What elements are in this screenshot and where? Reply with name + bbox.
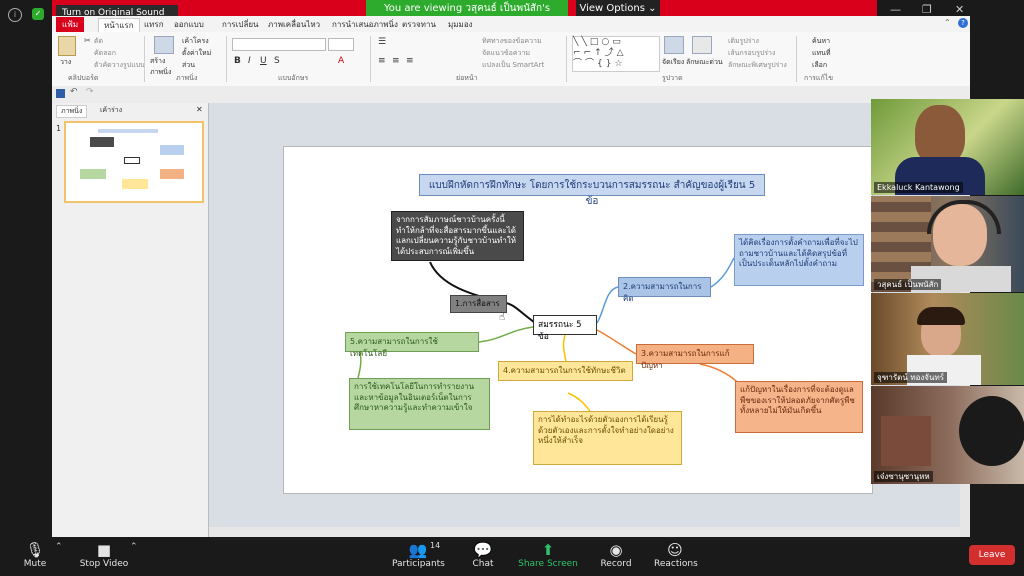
stop-video-label: Stop Video [79,559,129,569]
leave-button[interactable]: Leave [969,545,1015,565]
record-icon: ◉ [609,541,623,559]
chevron-up-icon[interactable]: ⌃ [55,542,63,552]
slide-title: แบบฝึกหัดการฝึกทักษะ โดยการใช้กระบวนการส… [419,174,765,207]
record-label: Record [600,559,632,569]
mute-button[interactable]: 🎙 Mute [20,541,50,569]
participants-count: 14 [430,541,441,550]
chat-icon: 💬 [473,541,493,559]
technology-description: การใช้เทคโนโลยีในการทำรายงานและหาข้อมูลใ… [349,378,490,430]
problem-description: แก้ปัญหาในเรื่องการที่จะต้องดูแลพืชของเร… [735,381,863,433]
connector-thinking [596,286,619,324]
communication-description: จากการสัมภาษณ์ชาวบ้านครั้งนี้ทำให้กล้าที… [391,211,524,261]
video-tile[interactable]: จุฑารัตน์ ทองจันทร์ [871,293,1024,385]
participants-label: Participants [392,559,445,569]
reactions-label: Reactions [654,559,698,569]
center-node: สมรรถนะ 5 ข้อ [533,315,597,342]
mute-label: Mute [23,559,47,569]
participant-face [915,105,965,165]
mouse-cursor-icon: ☝ [499,312,506,323]
zoom-toolbar: 🎙 Mute ⌃ ■ Stop Video ⌃ 👥 Participants 1… [0,537,1024,576]
chat-button[interactable]: 💬 Chat [468,541,498,569]
video-camera-icon: ■ [96,541,112,559]
microphone-icon: 🎙 [25,541,45,559]
share-screen-button[interactable]: ⬆ Share Screen [518,541,578,569]
chat-label: Chat [472,559,494,569]
share-screen-label: Share Screen [518,559,578,569]
reactions-button[interactable]: ☺ Reactions [654,541,698,569]
connector-life-desc [567,392,591,412]
technology-node: 5.ความสามารถในการใช้เทคโนโลยี [345,332,479,358]
share-screen-icon: ⬆ [541,541,555,559]
connector-info [429,261,535,323]
reactions-icon: ☺ [667,541,683,559]
participant-name: Ekkaluck Kantawong [874,182,963,193]
stop-video-button[interactable]: ■ Stop Video [78,541,130,569]
life-skills-description: การได้ทำอะไรด้วยตัวเองการได้เรียนรู้ด้วย… [533,411,682,465]
record-button[interactable]: ◉ Record [598,541,634,569]
life-skills-node: 4.ความสามารถในการใช้ทักษะชีวิต [498,361,633,381]
communication-node: 1.การสื่อสาร [450,295,507,313]
connector-life [562,334,567,362]
chevron-up-icon[interactable]: ⌃ [130,542,138,552]
video-tile[interactable]: Ekkaluck Kantawong [871,99,1024,195]
connector-thinking-desc [710,257,735,288]
connector-technology [478,326,534,343]
participant-head [959,396,1024,466]
participant-name: เจ๋งซานุซานุหห [874,471,933,482]
furniture [881,416,931,466]
participant-name: จุฑารัตน์ ทองจันทร์ [874,372,948,383]
connector-problem [596,329,637,355]
video-tile[interactable]: วสุคนธ์ เป็นพนัสัก [871,196,1024,292]
participant-hair [917,307,965,325]
problem-node: 3.ความสามารถในการแก้ปัญหา [636,344,754,370]
thinking-description: ได้คิดเรื่องการตั้งคำถามเพื่อที่จะไปถามช… [734,234,864,286]
thinking-node: 2.ความสามารถในการคิด [618,277,711,303]
video-tile[interactable]: เจ๋งซานุซานุหห [871,386,1024,484]
participant-name: วสุคนธ์ เป็นพนัสัก [874,279,942,290]
headset [927,200,1001,234]
